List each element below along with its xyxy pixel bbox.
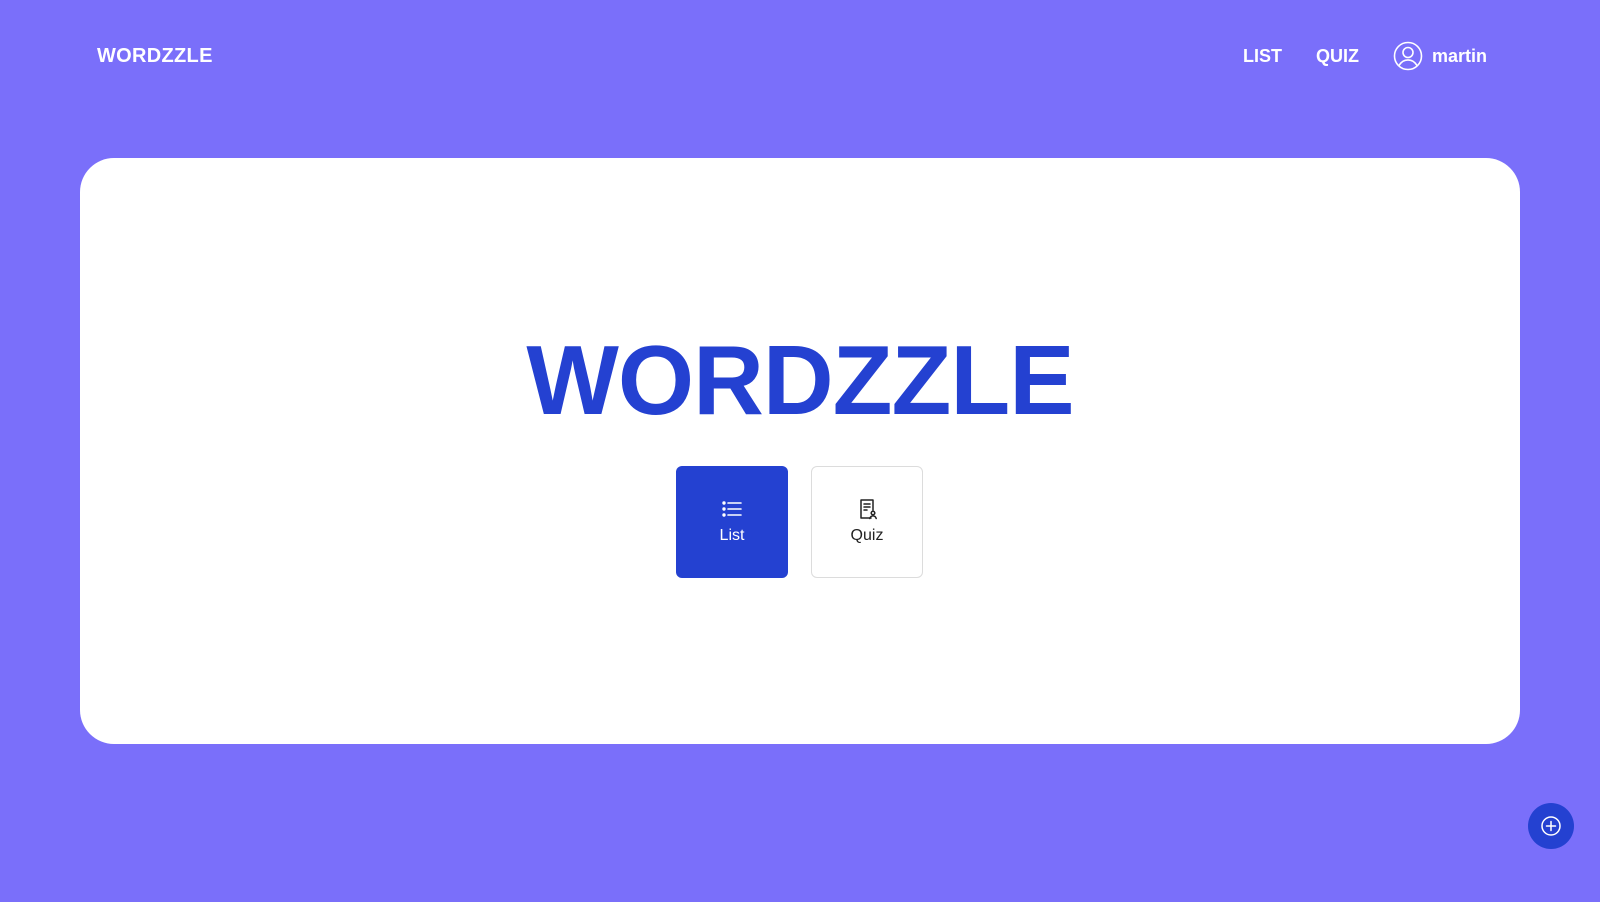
action-tiles: List Quiz [676, 466, 923, 578]
hero-title: WORDZZLE [526, 325, 1074, 435]
quiz-tile-button[interactable]: Quiz [811, 466, 923, 578]
top-navbar: WORDZZLE LIST QUIZ martin [0, 0, 1600, 112]
nav-link-list[interactable]: LIST [1243, 45, 1282, 67]
quiz-document-icon [856, 498, 878, 520]
app-root: WORDZZLE LIST QUIZ martin WORDZZLE List … [0, 0, 1600, 902]
main-nav: LIST QUIZ martin [1209, 38, 1487, 74]
hero-card: WORDZZLE List Quiz [80, 158, 1520, 744]
plus-circle-icon [1541, 816, 1561, 836]
user-menu[interactable]: martin [1393, 41, 1487, 71]
user-circle-icon [1393, 41, 1423, 71]
list-icon [721, 498, 743, 520]
nav-link-quiz[interactable]: QUIZ [1316, 45, 1359, 67]
add-floating-button[interactable] [1528, 803, 1574, 849]
username-label: martin [1431, 46, 1487, 66]
list-tile-label: List [719, 527, 745, 544]
list-tile-button[interactable]: List [676, 466, 788, 578]
brand-logo-link[interactable]: WORDZZLE [97, 44, 213, 68]
quiz-tile-label: Quiz [850, 527, 884, 544]
